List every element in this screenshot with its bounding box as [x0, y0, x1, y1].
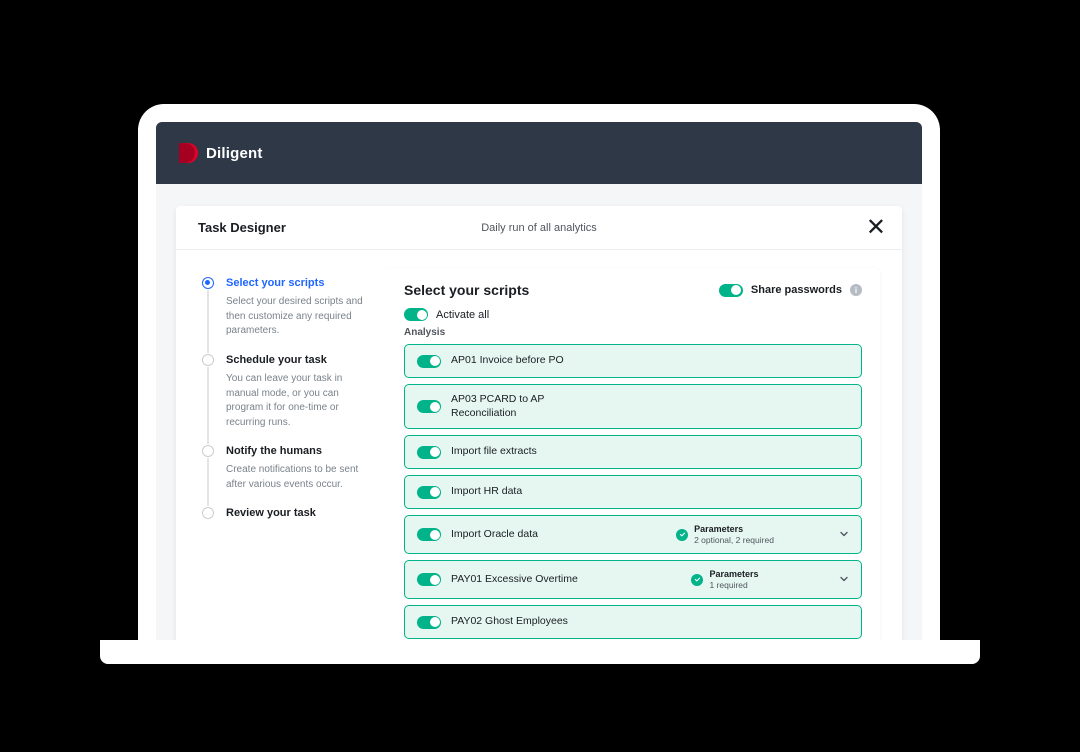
chevron-down-icon[interactable] — [839, 571, 849, 589]
activate-all-row: Activate all — [404, 308, 862, 321]
script-toggle[interactable] — [417, 400, 441, 413]
section-label: Analysis — [404, 327, 862, 338]
script-toggle[interactable] — [417, 446, 441, 459]
step-title: Select your scripts — [226, 276, 368, 290]
params-indicator: Parameters 2 optional, 2 required — [676, 524, 774, 545]
dialog-title: Task Designer — [176, 220, 376, 235]
step-desc: Create notifications to be sent after va… — [226, 463, 368, 492]
stepper: Select your scripts Select your desired … — [176, 250, 386, 644]
script-row[interactable]: Import file extracts — [404, 435, 862, 469]
step-notify-humans[interactable]: Notify the humans Create notifications t… — [202, 444, 368, 506]
step-review-task[interactable]: Review your task — [202, 506, 368, 539]
card-header: Select your scripts Share passwords i — [404, 282, 862, 298]
close-button[interactable]: ✕ — [860, 214, 892, 242]
step-title: Review your task — [226, 506, 368, 520]
script-toggle[interactable] — [417, 486, 441, 499]
share-passwords-label: Share passwords — [751, 284, 842, 296]
main-panel: Select your scripts Share passwords i Ac… — [386, 250, 902, 644]
script-name: Import HR data — [451, 485, 611, 499]
step-desc: Select your desired scripts and then cus… — [226, 295, 368, 339]
check-circle-icon — [691, 574, 703, 586]
step-dot-icon — [202, 277, 214, 289]
step-dot-icon — [202, 445, 214, 457]
scripts-card: Select your scripts Share passwords i Ac… — [386, 268, 880, 644]
params-sub: 2 optional, 2 required — [694, 535, 774, 545]
logo-mark-icon — [178, 142, 198, 164]
share-passwords-toggle[interactable] — [719, 284, 743, 297]
step-title: Notify the humans — [226, 444, 368, 458]
dialog-body: Select your scripts Select your desired … — [176, 250, 902, 644]
dialog-header: Task Designer Daily run of all analytics… — [176, 206, 902, 250]
script-row[interactable]: PAY01 Excessive Overtime Parameters 1 re… — [404, 560, 862, 599]
info-icon[interactable]: i — [850, 284, 862, 296]
script-row[interactable]: Import HR data — [404, 475, 862, 509]
script-row[interactable]: Import Oracle data Parameters 2 optional… — [404, 515, 862, 554]
step-schedule-task[interactable]: Schedule your task You can leave your ta… — [202, 353, 368, 444]
script-toggle[interactable] — [417, 573, 441, 586]
panel-heading: Select your scripts — [404, 282, 719, 298]
dialog-wrap: Task Designer Daily run of all analytics… — [156, 184, 922, 644]
step-select-scripts[interactable]: Select your scripts Select your desired … — [202, 276, 368, 353]
params-sub: 1 required — [709, 580, 758, 590]
script-row[interactable]: PAY02 Ghost Employees — [404, 605, 862, 639]
step-dot-icon — [202, 354, 214, 366]
script-row[interactable]: AP01 Invoice before PO — [404, 344, 862, 378]
script-toggle[interactable] — [417, 616, 441, 629]
brand-logo: Diligent — [178, 142, 263, 164]
params-label: Parameters — [694, 524, 774, 535]
script-list: AP01 Invoice before PO AP03 PCARD to AP … — [404, 344, 862, 639]
brand-name: Diligent — [206, 145, 263, 162]
share-passwords-control: Share passwords i — [719, 284, 862, 297]
dialog-subtitle: Daily run of all analytics — [481, 222, 597, 234]
script-toggle[interactable] — [417, 355, 441, 368]
laptop-frame: Diligent Task Designer Daily run of all … — [138, 104, 940, 644]
script-name: PAY01 Excessive Overtime — [451, 573, 611, 587]
activate-all-label: Activate all — [436, 309, 489, 321]
step-title: Schedule your task — [226, 353, 368, 367]
app-screen: Diligent Task Designer Daily run of all … — [156, 122, 922, 644]
laptop-notch — [470, 640, 610, 652]
task-designer-dialog: Task Designer Daily run of all analytics… — [176, 206, 902, 644]
activate-all-toggle[interactable] — [404, 308, 428, 321]
close-icon: ✕ — [866, 214, 886, 241]
script-name: AP01 Invoice before PO — [451, 354, 611, 368]
chevron-down-icon[interactable] — [839, 526, 849, 544]
script-name: Import Oracle data — [451, 528, 611, 542]
step-desc: You can leave your task in manual mode, … — [226, 372, 368, 430]
script-name: AP03 PCARD to AP Reconciliation — [451, 393, 591, 420]
script-name: Import file extracts — [451, 445, 611, 459]
step-dot-icon — [202, 507, 214, 519]
script-row[interactable]: AP03 PCARD to AP Reconciliation — [404, 384, 862, 429]
script-toggle[interactable] — [417, 528, 441, 541]
check-circle-icon — [676, 529, 688, 541]
script-name: PAY02 Ghost Employees — [451, 615, 611, 629]
params-indicator: Parameters 1 required — [691, 569, 758, 590]
params-label: Parameters — [709, 569, 758, 580]
top-bar: Diligent — [156, 122, 922, 184]
